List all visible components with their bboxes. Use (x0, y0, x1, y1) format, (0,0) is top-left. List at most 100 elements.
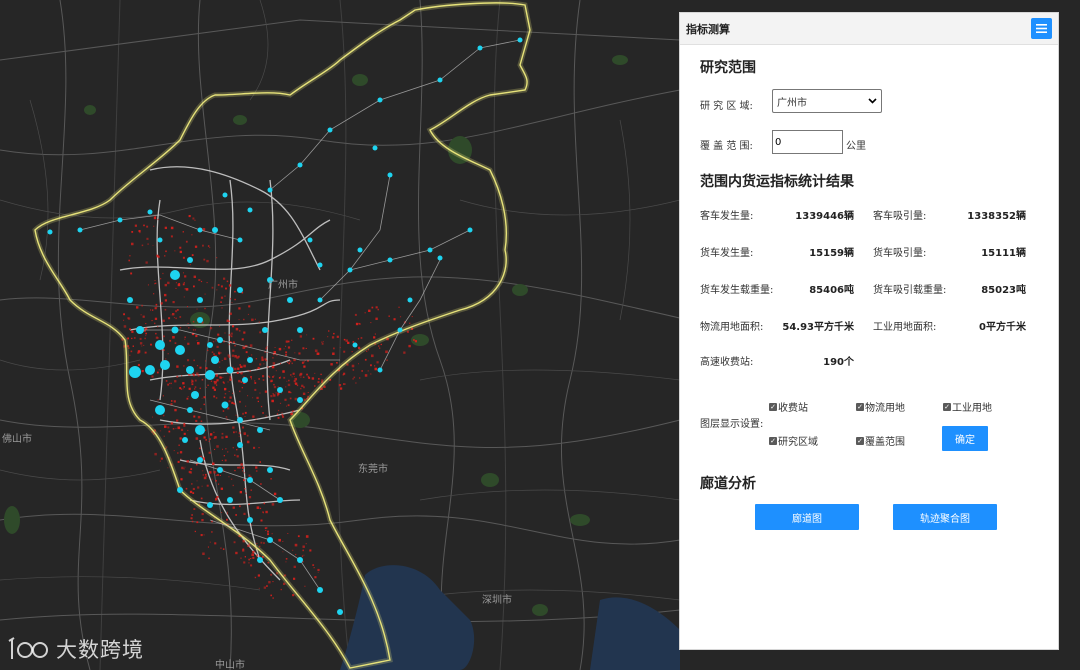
land-point (306, 334, 308, 336)
land-point (230, 335, 233, 338)
land-point (211, 478, 213, 480)
layer-settings-label: 图层显示设置: (700, 419, 764, 430)
land-point (173, 317, 175, 319)
land-point (200, 497, 203, 500)
land-point (226, 280, 229, 283)
land-point (251, 524, 253, 526)
land-point (262, 412, 264, 414)
land-point (211, 531, 213, 533)
land-point (199, 447, 201, 450)
land-point (370, 322, 372, 324)
land-point (263, 502, 266, 505)
toll-station-point (237, 417, 243, 423)
land-point (353, 376, 356, 379)
land-point (194, 386, 197, 388)
land-point (411, 316, 413, 318)
land-point (228, 390, 230, 392)
land-point (287, 340, 290, 343)
land-point (163, 335, 165, 338)
toll-station-point (237, 442, 243, 448)
land-point (213, 431, 215, 433)
land-point (212, 462, 215, 465)
checkbox-checked-icon: ✓ (856, 402, 864, 411)
trajectory-aggregation-button[interactable]: 轨迹聚合图 (893, 504, 997, 530)
land-point (343, 383, 345, 385)
land-point (277, 394, 279, 397)
toll-station-point (247, 207, 253, 213)
land-point (327, 336, 329, 338)
toll-station-point (237, 237, 243, 243)
land-point (285, 386, 287, 388)
land-point (179, 451, 183, 454)
land-point (273, 492, 277, 496)
land-point (183, 424, 186, 427)
land-point (156, 306, 158, 308)
land-point (279, 402, 282, 404)
land-point (355, 322, 359, 326)
land-point (145, 323, 147, 325)
land-point (260, 483, 262, 485)
toll-station-point (317, 297, 323, 303)
land-point (224, 389, 226, 391)
toll-station-point (197, 457, 203, 463)
land-point (238, 319, 240, 321)
toll-station-point (407, 297, 413, 303)
land-point (256, 543, 258, 545)
land-point (195, 372, 199, 376)
land-point (235, 414, 237, 416)
layer-toggle-study-area[interactable]: ✓ 研究区域 (769, 433, 818, 448)
region-select[interactable]: 广州市 (772, 89, 882, 113)
toll-station-point (145, 365, 155, 375)
land-point (160, 457, 163, 460)
toll-station-point (297, 397, 303, 403)
land-point (293, 380, 296, 383)
corridor-map-button[interactable]: 廊道图 (755, 504, 859, 530)
land-point (277, 416, 280, 419)
land-point (216, 445, 219, 448)
land-point (243, 318, 245, 321)
confirm-button[interactable]: 确定 (942, 426, 988, 451)
land-point (150, 343, 152, 346)
land-point (192, 320, 195, 323)
toll-station-point (197, 317, 203, 323)
land-point (164, 226, 167, 229)
layer-toggle-coverage[interactable]: ✓ 覆盖范围 (856, 433, 905, 448)
toll-station-point (195, 425, 205, 435)
land-point (235, 431, 237, 433)
land-point (286, 380, 288, 382)
layer-toggle-toll-station[interactable]: ✓ 收费站 (769, 399, 808, 414)
land-point (294, 397, 298, 401)
land-point (277, 409, 280, 412)
land-point (188, 215, 191, 218)
toll-station-point (372, 145, 378, 151)
land-point (221, 307, 223, 309)
layer-toggle-industrial-land[interactable]: ✓ 工业用地 (943, 399, 992, 414)
land-point (359, 377, 361, 379)
land-point (285, 558, 288, 560)
land-point (291, 410, 294, 413)
land-point (277, 392, 280, 395)
land-point (172, 301, 175, 304)
land-point (208, 451, 211, 454)
menu-button[interactable] (1031, 18, 1052, 39)
toll-station-point (186, 366, 194, 374)
land-point (189, 490, 193, 494)
coverage-input[interactable] (772, 130, 843, 154)
layer-toggle-logistics-land[interactable]: ✓ 物流用地 (856, 399, 905, 414)
toll-station-point (517, 37, 523, 43)
land-point (170, 235, 173, 238)
land-point (232, 426, 235, 429)
land-point (186, 397, 189, 400)
land-point (286, 405, 287, 407)
land-point (371, 306, 374, 309)
land-point (233, 431, 235, 434)
stat-label: 货车吸引载重量: (873, 285, 947, 296)
land-point (142, 315, 145, 318)
land-point (155, 332, 157, 335)
land-point (131, 242, 134, 246)
land-point (272, 376, 274, 378)
land-point (247, 395, 249, 397)
toll-station-point (127, 297, 133, 303)
land-point (215, 479, 217, 482)
land-point (131, 330, 134, 333)
